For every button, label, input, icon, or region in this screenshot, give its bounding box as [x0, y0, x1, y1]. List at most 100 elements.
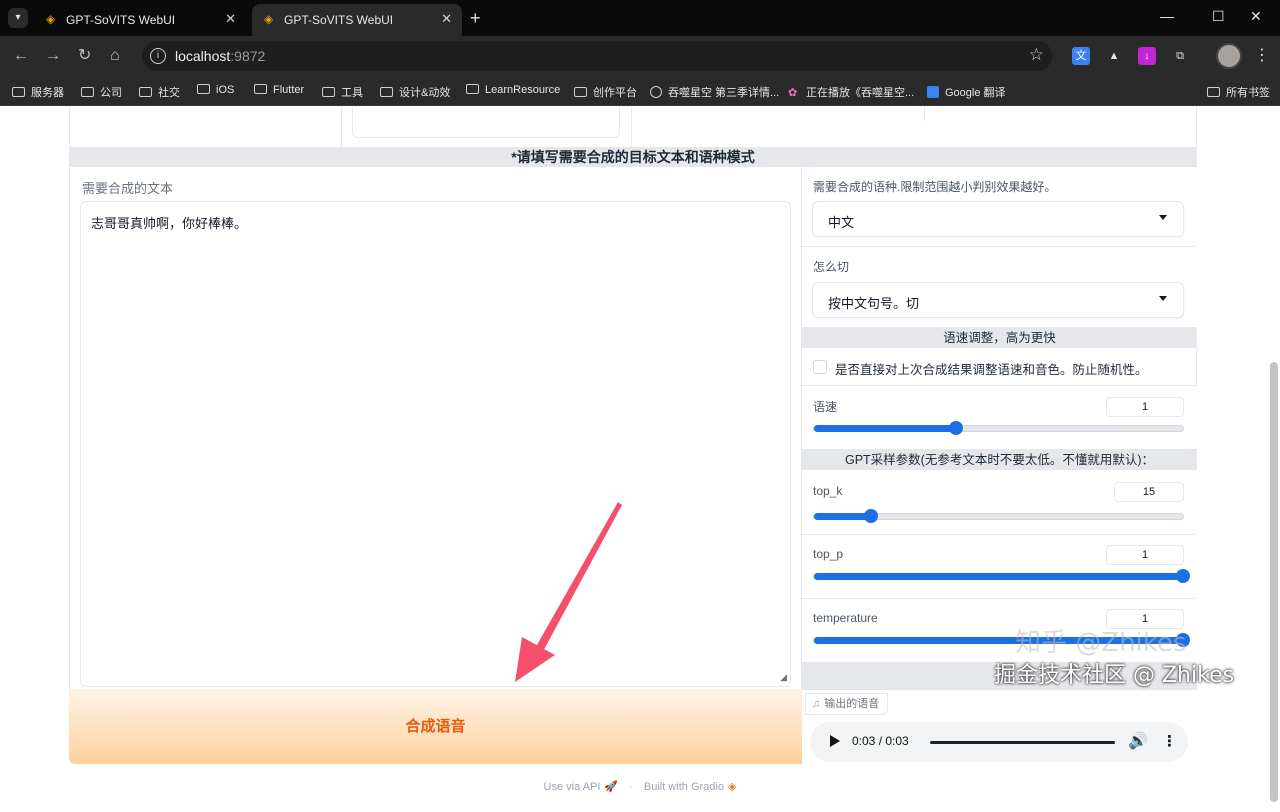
language-dropdown[interactable]: 中文: [812, 201, 1184, 237]
slider-thumb[interactable]: [1176, 569, 1190, 583]
divider: [924, 107, 925, 121]
bookmark-folder[interactable]: 设计&动效: [380, 84, 450, 100]
slider-label: 语速: [813, 400, 838, 414]
folder-icon: [322, 87, 335, 97]
watermark-juejin: 掘金技术社区 @ Zhikes: [994, 663, 1235, 688]
top-p-slider[interactable]: [813, 569, 1190, 583]
section-header: *请填写需要合成的目标文本和语种模式: [69, 147, 1197, 167]
bookmark-folder[interactable]: LearnResource: [466, 84, 560, 96]
address-toolbar: ← → ↻ ⌂ i localhost:9872 ☆ 文 ▲ ↓ ⧉ ⋮: [0, 36, 1280, 76]
folder-icon: [380, 87, 393, 97]
reference-text-textarea[interactable]: [352, 107, 620, 138]
bookmark-folder[interactable]: 创作平台: [574, 84, 637, 100]
audio-time: 0:03 / 0:03: [852, 734, 909, 748]
folder-icon: [466, 84, 479, 94]
url-text: localhost:9872: [175, 48, 266, 64]
volume-icon[interactable]: 🔊: [1128, 731, 1148, 751]
bookmark-folder[interactable]: 社交: [139, 84, 180, 100]
tab-title: GPT-SoVITS WebUI: [284, 13, 394, 27]
use-via-api-link[interactable]: Use via API 🚀: [544, 781, 619, 793]
top-k-number-input[interactable]: 15: [1114, 482, 1184, 502]
chevron-down-icon: [1159, 215, 1167, 220]
speed-slider[interactable]: [813, 421, 1184, 435]
language-block: 需要合成的语种.限制范围越小判别效果越好。 中文: [802, 167, 1197, 247]
bookmark-folder[interactable]: iOS: [197, 84, 234, 96]
site-info-icon[interactable]: i: [150, 48, 166, 64]
reuse-result-row: 是否直接对上次合成结果调整语速和音色。防止随机性。: [802, 348, 1197, 386]
slider-thumb[interactable]: [864, 509, 879, 523]
gradio-favicon-icon: ◈: [264, 12, 274, 26]
folder-icon: [1207, 87, 1220, 97]
extension-mountain-icon[interactable]: ▲: [1105, 47, 1123, 65]
audio-seek-bar[interactable]: [930, 741, 1115, 744]
rocket-icon: 🚀: [604, 781, 619, 793]
watermark-zhihu: 知乎 @Zhikes: [1015, 628, 1187, 658]
browser-menu-icon[interactable]: ⋮: [1254, 45, 1270, 65]
bookmark-folder[interactable]: Flutter: [254, 84, 304, 96]
page-scrollbar[interactable]: [1270, 362, 1278, 802]
folder-icon: [574, 87, 587, 97]
top-k-block: top_k 15: [802, 470, 1197, 535]
target-text-input[interactable]: [80, 201, 791, 687]
tab-search-icon[interactable]: ▾: [8, 8, 28, 28]
output-audio-block: ♫ 输出的语音 0:03 / 0:03 🔊 ⋮: [802, 690, 1197, 764]
cut-method-label: 怎么切: [813, 260, 850, 274]
profile-avatar[interactable]: [1216, 43, 1242, 69]
audio-more-icon[interactable]: ⋮: [1162, 732, 1177, 750]
cut-method-block: 怎么切 按中文句号。切: [802, 247, 1197, 328]
reload-icon[interactable]: ↻: [78, 47, 91, 65]
chevron-down-icon: [1159, 296, 1167, 301]
resize-handle-icon[interactable]: ◢: [780, 672, 787, 683]
target-text-label: 需要合成的文本: [82, 181, 174, 196]
play-icon[interactable]: [830, 735, 840, 747]
translate-extension-icon[interactable]: 文: [1072, 47, 1090, 65]
top-k-slider[interactable]: [813, 509, 1184, 523]
gpt-params-header: GPT采样参数(无参考文本时不要太低。不懂就用默认)：: [802, 450, 1197, 470]
slider-thumb[interactable]: [949, 421, 964, 435]
cut-method-dropdown[interactable]: 按中文句号。切: [812, 282, 1184, 318]
reuse-result-checkbox[interactable]: [813, 360, 827, 374]
reuse-result-label: 是否直接对上次合成结果调整语速和音色。防止随机性。: [835, 363, 1148, 377]
forward-icon[interactable]: →: [45, 47, 61, 65]
bookmark-folder[interactable]: 工具: [322, 84, 363, 100]
slider-fill: [814, 425, 957, 432]
synthesize-button[interactable]: 合成语音: [69, 689, 802, 764]
back-icon[interactable]: ←: [13, 47, 29, 65]
tab-close-icon[interactable]: ✕: [441, 11, 452, 27]
folder-icon: [254, 84, 267, 94]
address-bar[interactable]: i localhost:9872 ☆: [142, 41, 1052, 71]
bookmark-link[interactable]: 吞噬星空 第三季详情...: [650, 84, 779, 100]
bookmark-star-icon[interactable]: ☆: [1029, 45, 1044, 65]
footer-separator: ·: [629, 781, 633, 793]
speed-number-input[interactable]: 1: [1106, 397, 1184, 417]
download-extension-icon[interactable]: ↓: [1138, 47, 1156, 65]
extensions-puzzle-icon[interactable]: ⧉: [1171, 47, 1189, 65]
bookmark-link[interactable]: ✿ 正在播放《吞噬星空...: [788, 84, 914, 100]
maximize-icon[interactable]: ☐: [1212, 8, 1225, 25]
bookmark-folder[interactable]: 服务器: [12, 84, 64, 100]
folder-icon: [139, 87, 152, 97]
speed-slider-block: 语速 1: [802, 387, 1197, 450]
output-audio-label: ♫ 输出的语音: [805, 693, 889, 715]
bookmark-folder[interactable]: 公司: [81, 84, 122, 100]
audio-player[interactable]: 0:03 / 0:03 🔊 ⋮: [810, 722, 1188, 762]
browser-tab-1[interactable]: ◈ GPT-SoVITS WebUI ✕: [34, 4, 246, 36]
window-close-icon[interactable]: ✕: [1250, 8, 1262, 25]
browser-tab-bar: ▾ ◈ GPT-SoVITS WebUI ✕ ◈ GPT-SoVITS WebU…: [0, 0, 1280, 36]
built-with-gradio-link[interactable]: Built with Gradio ◈: [644, 781, 737, 793]
slider-label: temperature: [813, 611, 878, 625]
browser-tab-2[interactable]: ◈ GPT-SoVITS WebUI ✕: [252, 4, 462, 36]
all-bookmarks-folder[interactable]: 所有书签: [1207, 84, 1270, 100]
bookmark-link[interactable]: Google 翻译: [927, 84, 1006, 100]
top-p-number-input[interactable]: 1: [1106, 545, 1184, 565]
globe-icon: [650, 86, 662, 98]
flower-icon: ✿: [788, 87, 798, 99]
minimize-icon[interactable]: —: [1160, 8, 1174, 24]
new-tab-icon[interactable]: +: [470, 8, 481, 28]
home-icon[interactable]: ⌂: [110, 47, 120, 65]
tab-close-icon[interactable]: ✕: [225, 11, 236, 27]
language-value: 中文: [828, 215, 855, 230]
slider-label: top_k: [813, 484, 843, 498]
annotation-arrow-icon: [515, 502, 622, 682]
previous-row-remnant: [69, 107, 1197, 147]
